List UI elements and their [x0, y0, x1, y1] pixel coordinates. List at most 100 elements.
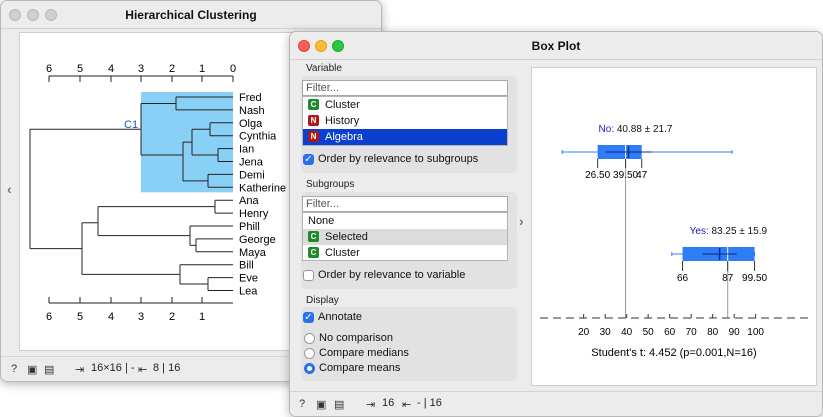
report-icon[interactable]: ▤	[44, 363, 54, 376]
categorical-icon: C	[308, 99, 319, 110]
no-comparison-radio[interactable]	[304, 333, 315, 344]
quartile-label: 26.50	[585, 170, 610, 181]
leaf-label: Katherine	[239, 182, 286, 194]
leaf-label: Ian	[239, 144, 254, 156]
order-subgroups-label: Order by relevance to subgroups	[318, 153, 479, 165]
order-variable-checkbox[interactable]	[303, 270, 314, 281]
order-subgroups-checkbox[interactable]: ✓	[303, 154, 314, 165]
leaf-label: Jena	[239, 157, 264, 169]
quartile-label: 39.50	[613, 170, 638, 181]
box-stat-label: No: 40.88 ± 21.7	[599, 124, 673, 135]
leaf-label: Nash	[239, 105, 265, 117]
x-axis-tick-label: 90	[729, 327, 741, 338]
bottom-axis-tick-label: 6	[46, 311, 52, 323]
output-icon: ⇤	[402, 399, 412, 411]
hc-output-summary: 8 | 16	[153, 362, 181, 374]
bottom-axis-tick-label: 3	[138, 311, 144, 323]
x-axis-tick-label: 30	[600, 327, 612, 338]
box-plot-canvas[interactable]: No: 40.88 ± 21.7 26.50 39.50 47 Yes: 83.25 ±…	[531, 67, 817, 386]
compare-means-radio[interactable]	[304, 363, 315, 374]
variable-list[interactable]: C Cluster N History N Algebra	[302, 96, 508, 146]
variable-filter-input[interactable]: Filter...	[302, 80, 508, 96]
input-icon: ⇥	[366, 399, 376, 411]
bp-status-bar: ? ▣ ▤ ⇥ 16 ⇤ - | 16	[290, 391, 822, 416]
no-comparison-label: No comparison	[319, 332, 393, 344]
report-icon[interactable]: ▤	[334, 398, 344, 411]
bottom-axis-tick-label: 1	[199, 311, 205, 323]
leaf-label: Henry	[239, 208, 269, 220]
quartile-label: 87	[722, 273, 734, 284]
leaf-label: Phill	[239, 221, 260, 233]
subgroup-item-selected[interactable]: C Selected	[303, 229, 507, 245]
subgroups-section-label: Subgroups	[306, 179, 355, 190]
variable-item-history[interactable]: N History	[303, 113, 507, 129]
x-axis-tick-label: 60	[664, 327, 676, 338]
bp-input-summary: 16	[382, 397, 395, 409]
subgroup-item-label: Selected	[325, 231, 368, 243]
bottom-axis-tick-label: 2	[169, 311, 175, 323]
top-axis-tick-label: 6	[46, 63, 52, 75]
chevron-left-icon[interactable]: ‹	[7, 181, 12, 197]
categorical-icon: C	[308, 231, 319, 242]
variable-item-label: Cluster	[325, 99, 360, 111]
leaf-label: Cynthia	[239, 131, 277, 143]
x-axis-tick-label: 80	[707, 327, 719, 338]
bottom-axis-tick-label: 5	[77, 311, 83, 323]
display-section-label: Display	[306, 295, 339, 306]
subgroups-filter-input[interactable]: Filter...	[302, 196, 508, 212]
quartile-label: 47	[636, 170, 648, 181]
bp-titlebar[interactable]: Box Plot	[290, 32, 822, 60]
input-icon: ⇥	[75, 364, 85, 376]
help-icon[interactable]: ?	[299, 398, 305, 410]
subgroup-item-label: Cluster	[325, 247, 360, 259]
top-axis-tick-label: 2	[169, 63, 175, 75]
categorical-icon: C	[308, 247, 319, 258]
subgroup-item-label: None	[308, 215, 335, 227]
compare-medians-radio[interactable]	[304, 348, 315, 359]
top-axis-tick-label: 4	[108, 63, 114, 75]
bottom-axis-tick-label: 4	[108, 311, 114, 323]
x-axis-tick-label: 100	[747, 327, 764, 338]
quartile-label: 99.50	[742, 273, 767, 284]
subgroups-list[interactable]: None C Selected C Cluster	[302, 212, 508, 261]
variable-item-label: History	[325, 115, 360, 127]
top-axis-tick-label: 0	[230, 63, 236, 75]
leaf-label: Bill	[239, 260, 254, 272]
leaf-label: Maya	[239, 247, 267, 259]
quartile-label: 66	[677, 273, 689, 284]
numeric-icon: N	[308, 131, 319, 142]
x-axis-tick-label: 40	[621, 327, 633, 338]
output-icon: ⇤	[138, 364, 148, 376]
numeric-icon: N	[308, 115, 319, 126]
chevron-right-icon[interactable]: ›	[519, 213, 524, 229]
top-axis-tick-label: 3	[138, 63, 144, 75]
hc-window-title: Hierarchical Clustering	[125, 8, 257, 22]
subgroup-item-cluster[interactable]: C Cluster	[303, 245, 507, 261]
bp-output-summary: - | 16	[417, 397, 442, 409]
x-axis-tick-label: 50	[643, 327, 655, 338]
leaf-label: Lea	[239, 286, 258, 298]
annotate-checkbox[interactable]: ✓	[303, 312, 314, 323]
bp-window-title: Box Plot	[531, 39, 581, 53]
variable-item-cluster[interactable]: C Cluster	[303, 97, 507, 113]
save-icon[interactable]: ▣	[316, 398, 326, 411]
box-plot-chart: No: 40.88 ± 21.7 26.50 39.5047 Yes: 83.25 ±…	[540, 124, 808, 359]
leaf-label: Ana	[239, 195, 259, 207]
x-axis-tick-label: 20	[578, 327, 590, 338]
annotate-label: Annotate	[318, 311, 363, 323]
subgroup-item-none[interactable]: None	[303, 213, 507, 229]
help-icon[interactable]: ?	[11, 363, 17, 375]
leaf-label: Olga	[239, 118, 263, 130]
top-axis-tick-label: 1	[199, 63, 205, 75]
top-axis-tick-label: 5	[77, 63, 83, 75]
variable-item-algebra[interactable]: N Algebra	[303, 129, 507, 145]
leaf-label: George	[239, 234, 276, 246]
test-statistic-footer: Student's t: 4.452 (p=0.001,N=16)	[591, 347, 756, 359]
leaf-label: Eve	[239, 273, 258, 285]
box-plot-window: Box Plot Variable Filter... C Cluster N …	[289, 31, 823, 417]
save-icon[interactable]: ▣	[27, 363, 37, 376]
compare-means-label: Compare means	[319, 362, 401, 374]
box-stat-label: Yes: 83.25 ± 15.9	[690, 226, 768, 237]
hc-titlebar[interactable]: Hierarchical Clustering	[1, 1, 381, 29]
order-variable-label: Order by relevance to variable	[318, 269, 466, 281]
